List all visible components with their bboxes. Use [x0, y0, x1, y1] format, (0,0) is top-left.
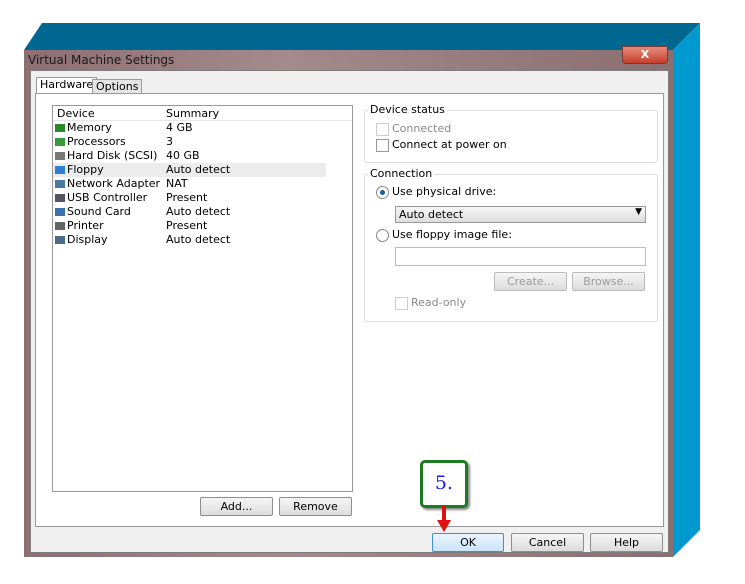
device-name: Hard Disk (SCSI)	[67, 149, 158, 162]
device-row-sound-card[interactable]: Sound Card Auto detect	[53, 205, 326, 219]
browse-button[interactable]: Browse...	[572, 272, 645, 291]
connect-at-power-on-label: Connect at power on	[392, 138, 507, 151]
device-row-network-adapter[interactable]: Network Adapter NAT	[53, 177, 326, 191]
printer-icon	[55, 222, 65, 230]
tab-options[interactable]: Options	[92, 79, 143, 94]
floppy-image-label: Use floppy image file:	[392, 228, 512, 241]
chevron-down-icon: ▼	[635, 207, 642, 217]
device-summary: Present	[166, 219, 208, 232]
device-summary: Present	[166, 191, 208, 204]
read-only-label: Read-only	[411, 296, 467, 309]
device-status-group: Device status Connected Connect at power…	[364, 103, 658, 163]
connect-at-power-on-checkbox[interactable]	[376, 139, 389, 152]
device-summary: Auto detect	[166, 233, 231, 246]
list-header: Device Summary	[53, 106, 352, 121]
column-device[interactable]: Device	[57, 107, 95, 120]
dialog-client: Hardware Options Device Summary Memory 4 …	[30, 70, 669, 553]
cancel-button[interactable]: Cancel	[511, 533, 584, 552]
device-status-label: Device status	[368, 103, 447, 116]
connection-label: Connection	[368, 167, 435, 180]
column-summary[interactable]: Summary	[166, 107, 219, 120]
ok-button[interactable]: OK	[432, 533, 504, 552]
device-name: USB Controller	[67, 191, 148, 204]
memory-icon	[55, 124, 65, 132]
drive-dropdown-value: Auto detect	[399, 208, 464, 221]
physical-drive-radio[interactable]	[376, 186, 389, 199]
add-button[interactable]: Add...	[200, 497, 273, 516]
drive-dropdown[interactable]: Auto detect ▼	[395, 206, 646, 223]
device-name: Memory	[67, 121, 112, 134]
sound-card-icon	[55, 208, 65, 216]
device-summary: NAT	[166, 177, 188, 190]
connected-label: Connected	[392, 122, 452, 135]
physical-drive-label: Use physical drive:	[392, 185, 497, 198]
processor-icon	[55, 138, 65, 146]
connection-group: Connection Use physical drive: Auto dete…	[364, 167, 658, 322]
connected-checkbox[interactable]	[376, 123, 389, 136]
device-name: Network Adapter	[67, 177, 161, 190]
device-list[interactable]: Device Summary Memory 4 GB Processors 3 Hard…	[52, 105, 353, 492]
close-button[interactable]: X	[622, 46, 668, 64]
help-button[interactable]: Help	[590, 533, 663, 552]
device-row-processors[interactable]: Processors 3	[53, 135, 326, 149]
device-summary: Auto detect	[166, 205, 231, 218]
device-row-display[interactable]: Display Auto detect	[53, 233, 326, 247]
usb-icon	[55, 194, 65, 202]
device-name: Sound Card	[67, 205, 131, 218]
network-adapter-icon	[55, 180, 65, 188]
floppy-image-input[interactable]	[395, 247, 646, 266]
device-name: Floppy	[67, 163, 104, 176]
floppy-icon	[55, 166, 65, 174]
display-icon	[55, 236, 65, 244]
remove-button[interactable]: Remove	[279, 497, 352, 516]
device-row-floppy[interactable]: Floppy Auto detect	[53, 163, 326, 177]
dialog-window: Virtual Machine Settings X Hardware Opti…	[24, 46, 673, 557]
device-name: Display	[67, 233, 108, 246]
device-summary: 3	[166, 135, 173, 148]
create-button[interactable]: Create...	[494, 272, 567, 291]
hard-disk-icon	[55, 152, 65, 160]
device-summary: 4 GB	[166, 121, 193, 134]
device-name: Processors	[67, 135, 126, 148]
arrow-down-icon	[437, 505, 451, 532]
read-only-checkbox[interactable]	[395, 297, 408, 310]
device-summary: Auto detect	[166, 163, 231, 176]
device-row-hard-disk-scsi[interactable]: Hard Disk (SCSI) 40 GB	[53, 149, 326, 163]
floppy-image-radio[interactable]	[376, 229, 389, 242]
device-row-memory[interactable]: Memory 4 GB	[53, 121, 326, 135]
device-row-printer[interactable]: Printer Present	[53, 219, 326, 233]
device-row-usb-controller[interactable]: USB Controller Present	[53, 191, 326, 205]
hardware-panel: Device Summary Memory 4 GB Processors 3 Hard…	[35, 93, 664, 527]
step-callout: 5.	[420, 460, 468, 508]
device-name: Printer	[67, 219, 104, 232]
window-title: Virtual Machine Settings	[28, 53, 175, 67]
device-summary: 40 GB	[166, 149, 200, 162]
